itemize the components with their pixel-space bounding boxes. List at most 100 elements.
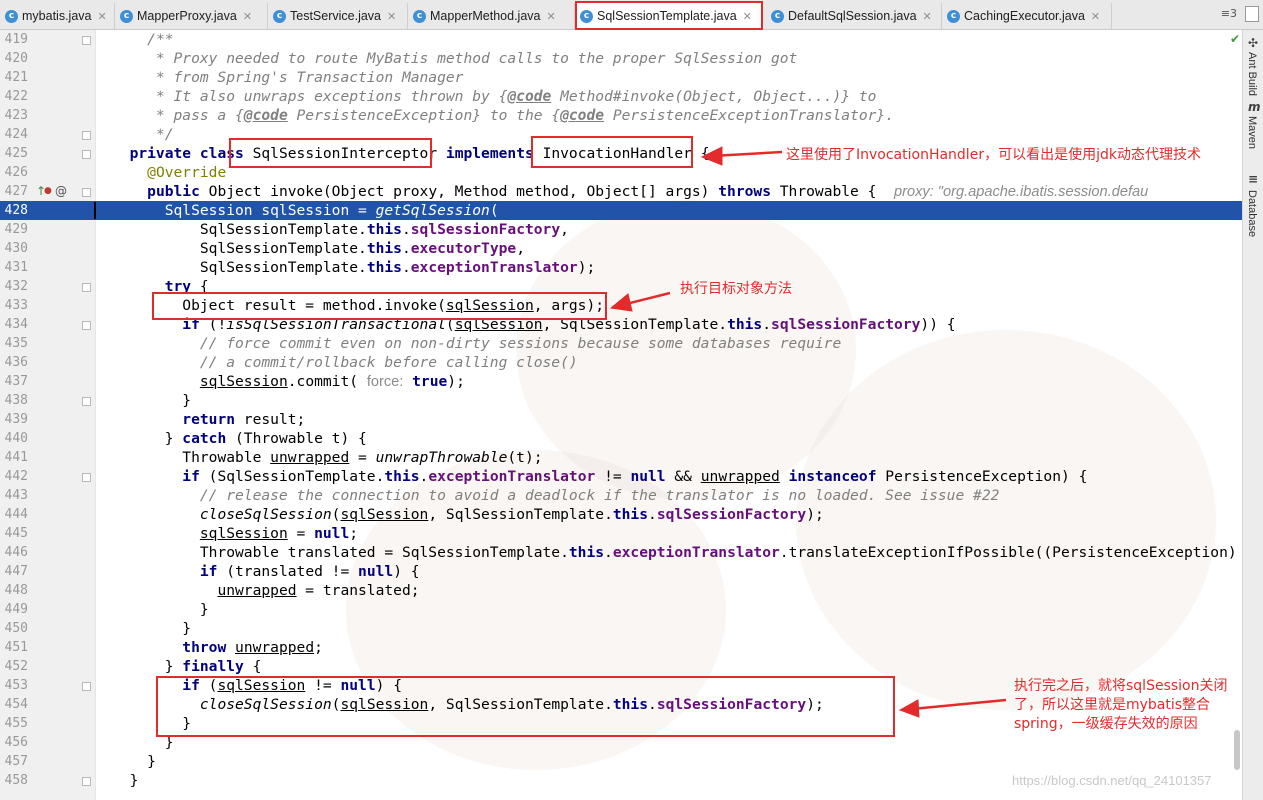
- code-text[interactable]: * pass a {@code PersistenceException} to…: [112, 106, 894, 125]
- close-icon[interactable]: ✕: [97, 10, 106, 23]
- close-icon[interactable]: ✕: [923, 10, 932, 23]
- code-line[interactable]: 437 sqlSession.commit( force: true);: [0, 372, 1242, 391]
- code-text[interactable]: }: [112, 600, 209, 619]
- code-line[interactable]: 430 SqlSessionTemplate.this.executorType…: [0, 239, 1242, 258]
- code-line[interactable]: 440 } catch (Throwable t) {: [0, 429, 1242, 448]
- fold-marker-icon[interactable]: [82, 682, 91, 691]
- code-line[interactable]: 441 Throwable unwrapped = unwrapThrowabl…: [0, 448, 1242, 467]
- code-line[interactable]: 419 /**: [0, 30, 1242, 49]
- fold-marker-icon[interactable]: [82, 777, 91, 786]
- code-line[interactable]: 447 if (translated != null) {: [0, 562, 1242, 581]
- code-text[interactable]: SqlSessionTemplate.this.executorType,: [112, 239, 525, 258]
- code-text[interactable]: }: [112, 391, 191, 410]
- code-line[interactable]: 452 } finally {: [0, 657, 1242, 676]
- code-text[interactable]: sqlSession.commit( force: true);: [112, 372, 465, 392]
- tab-mybatis-java[interactable]: c mybatis.java ✕: [0, 3, 115, 29]
- code-line[interactable]: 429 SqlSessionTemplate.this.sqlSessionFa…: [0, 220, 1242, 239]
- code-text[interactable]: }: [112, 752, 156, 771]
- code-line[interactable]: 445 sqlSession = null;: [0, 524, 1242, 543]
- code-text[interactable]: /**: [112, 30, 173, 49]
- code-line[interactable]: 435 // force commit even on non-dirty se…: [0, 334, 1242, 353]
- code-line[interactable]: 423 * pass a {@code PersistenceException…: [0, 106, 1242, 125]
- code-text[interactable]: }: [112, 771, 139, 790]
- fold-marker-icon[interactable]: [82, 397, 91, 406]
- vertical-scrollbar-thumb[interactable]: [1234, 730, 1240, 770]
- code-line[interactable]: 444 closeSqlSession(sqlSession, SqlSessi…: [0, 505, 1242, 524]
- code-line[interactable]: 450 }: [0, 619, 1242, 638]
- code-text[interactable]: * Proxy needed to route MyBatis method c…: [112, 49, 797, 68]
- code-line[interactable]: 421 * from Spring's Transaction Manager: [0, 68, 1242, 87]
- code-line[interactable]: 457 }: [0, 752, 1242, 771]
- close-icon[interactable]: ✕: [387, 10, 396, 23]
- line-number: 440: [4, 431, 28, 446]
- code-text[interactable]: closeSqlSession(sqlSession, SqlSessionTe…: [112, 505, 824, 524]
- ant-build-tool-tab[interactable]: Ant Build: [1246, 52, 1258, 96]
- tab-overflow-menu[interactable]: ≡3: [1221, 7, 1237, 20]
- code-text[interactable]: */: [112, 125, 174, 144]
- maven-tool-tab[interactable]: Maven: [1246, 116, 1258, 149]
- line-number: 427: [4, 184, 28, 199]
- fold-marker-icon[interactable]: [82, 36, 91, 45]
- code-line[interactable]: 442 if (SqlSessionTemplate.this.exceptio…: [0, 467, 1242, 486]
- code-text[interactable]: Throwable unwrapped = unwrapThrowable(t)…: [112, 448, 542, 467]
- code-text[interactable]: @Override: [112, 163, 226, 182]
- fold-marker-icon[interactable]: [82, 188, 91, 197]
- fold-marker-icon[interactable]: [82, 321, 91, 330]
- code-line[interactable]: 436 // a commit/rollback before calling …: [0, 353, 1242, 372]
- code-line[interactable]: 422 * It also unwraps exceptions thrown …: [0, 87, 1242, 106]
- code-line[interactable]: 420 * Proxy needed to route MyBatis meth…: [0, 49, 1242, 68]
- override-marker-icon[interactable]: ●: [44, 184, 52, 198]
- fold-marker-icon[interactable]: [82, 131, 91, 140]
- code-line[interactable]: 449 }: [0, 600, 1242, 619]
- close-icon[interactable]: ✕: [546, 10, 555, 23]
- code-text[interactable]: // a commit/rollback before calling clos…: [112, 353, 578, 372]
- code-text[interactable]: // release the connection to avoid a dea…: [112, 486, 1000, 505]
- code-text[interactable]: throw unwrapped;: [112, 638, 323, 657]
- tab-mappermethod-java[interactable]: c MapperMethod.java ✕: [408, 3, 575, 29]
- code-line[interactable]: 443 // release the connection to avoid a…: [0, 486, 1242, 505]
- database-tool-tab[interactable]: Database: [1246, 190, 1258, 237]
- code-line[interactable]: 427 public Object invoke(Object proxy, M…: [0, 182, 1242, 201]
- code-text[interactable]: SqlSessionTemplate.this.exceptionTransla…: [112, 258, 595, 277]
- close-icon[interactable]: ✕: [243, 10, 252, 23]
- invocation-handler-note: 这里使用了InvocationHandler，可以看出是使用jdk动态代理技术: [786, 147, 1201, 163]
- code-line[interactable]: 438 }: [0, 391, 1242, 410]
- code-text[interactable]: } finally {: [112, 657, 262, 676]
- code-text[interactable]: public Object invoke(Object proxy, Metho…: [112, 182, 1148, 202]
- fold-marker-icon[interactable]: [82, 283, 91, 292]
- code-text[interactable]: return result;: [112, 410, 305, 429]
- code-line[interactable]: 439 return result;: [0, 410, 1242, 429]
- code-text[interactable]: Throwable translated = SqlSessionTemplat…: [112, 543, 1237, 562]
- code-line-highlighted[interactable]: 428 SqlSession sqlSession = getSqlSessio…: [0, 201, 1242, 220]
- fold-marker-icon[interactable]: [82, 473, 91, 482]
- split-editor-icon[interactable]: [1245, 6, 1259, 22]
- code-text[interactable]: unwrapped = translated;: [112, 581, 419, 600]
- code-text[interactable]: sqlSession = null;: [112, 524, 358, 543]
- code-text[interactable]: } catch (Throwable t) {: [112, 429, 367, 448]
- close-icon[interactable]: ✕: [1091, 10, 1100, 23]
- tab-testservice-java[interactable]: c TestService.java ✕: [268, 3, 408, 29]
- line-number: 442: [4, 469, 28, 484]
- line-number: 439: [4, 412, 28, 427]
- code-text[interactable]: * from Spring's Transaction Manager: [112, 68, 464, 87]
- code-line[interactable]: 446 Throwable translated = SqlSessionTem…: [0, 543, 1242, 562]
- line-number: 452: [4, 659, 28, 674]
- annotation-at-icon[interactable]: @: [55, 184, 67, 198]
- tab-mapperproxy-java[interactable]: c MapperProxy.java ✕: [115, 3, 268, 29]
- code-line[interactable]: 431 SqlSessionTemplate.this.exceptionTra…: [0, 258, 1242, 277]
- code-line[interactable]: 448 unwrapped = translated;: [0, 581, 1242, 600]
- code-text[interactable]: if (SqlSessionTemplate.this.exceptionTra…: [112, 467, 1087, 486]
- code-text[interactable]: }: [112, 619, 191, 638]
- code-text[interactable]: // force commit even on non-dirty sessio…: [112, 334, 841, 353]
- tab-defaultsqlsession-java[interactable]: c DefaultSqlSession.java ✕: [766, 3, 942, 29]
- tab-cachingexecutor-java[interactable]: c CachingExecutor.java ✕: [942, 3, 1112, 29]
- fold-marker-icon[interactable]: [82, 150, 91, 159]
- class-icon: c: [413, 9, 426, 23]
- code-text[interactable]: if (translated != null) {: [112, 562, 420, 581]
- code-line[interactable]: 451 throw unwrapped;: [0, 638, 1242, 657]
- code-text[interactable]: SqlSession sqlSession = getSqlSession(: [112, 201, 499, 220]
- code-text[interactable]: SqlSessionTemplate.this.sqlSessionFactor…: [112, 220, 569, 239]
- code-text[interactable]: * It also unwraps exceptions thrown by {…: [112, 87, 877, 106]
- tab-label: DefaultSqlSession.java: [788, 9, 917, 23]
- line-number: 454: [4, 697, 28, 712]
